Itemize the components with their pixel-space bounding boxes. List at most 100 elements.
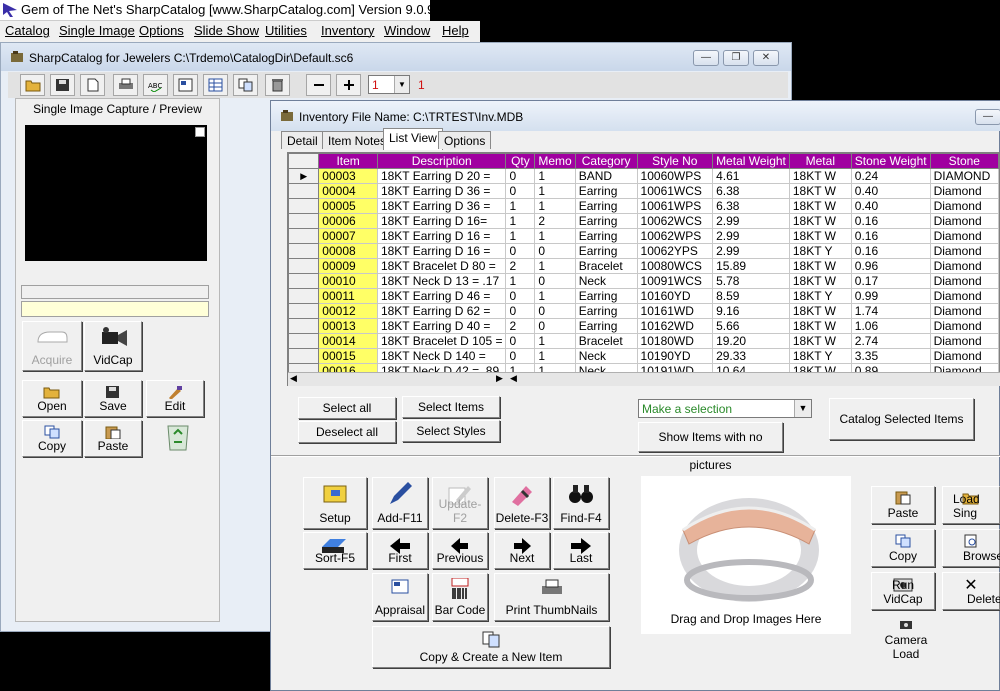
table-cell[interactable]: 5.78 bbox=[712, 273, 790, 289]
table-cell[interactable]: 15.89 bbox=[712, 258, 790, 274]
table-cell[interactable]: Earring bbox=[574, 183, 638, 199]
toolbar-trash-button[interactable] bbox=[265, 74, 290, 96]
save-button[interactable]: Save bbox=[84, 380, 142, 417]
table-cell[interactable]: DIAMOND bbox=[929, 168, 999, 184]
table-cell[interactable]: 00008 bbox=[318, 243, 378, 259]
table-cell[interactable]: Earring bbox=[574, 228, 638, 244]
table-cell[interactable]: 8.59 bbox=[712, 288, 790, 304]
copy-create-item-button[interactable]: Copy & Create a New Item bbox=[372, 626, 610, 668]
table-cell[interactable]: 00005 bbox=[318, 198, 378, 214]
table-cell[interactable]: Diamond bbox=[929, 243, 999, 259]
table-cell[interactable]: 2.99 bbox=[712, 228, 790, 244]
menu-window[interactable]: Window bbox=[384, 23, 430, 38]
acquire-button[interactable]: Acquire bbox=[22, 321, 82, 371]
table-cell[interactable]: 18KT W bbox=[788, 333, 852, 349]
inventory-grid[interactable]: Item Description Qty Memo Category Style… bbox=[287, 152, 1000, 386]
row-selector[interactable]: ▶ bbox=[288, 168, 320, 184]
row-selector[interactable] bbox=[288, 303, 320, 319]
table-cell[interactable]: 18KT Y bbox=[788, 243, 852, 259]
last-button[interactable]: Last bbox=[553, 532, 609, 569]
row-selector[interactable] bbox=[288, 273, 320, 289]
table-cell[interactable]: 3.35 bbox=[850, 348, 931, 364]
table-cell[interactable]: 1 bbox=[534, 228, 576, 244]
column-header-metal[interactable]: Metal bbox=[788, 153, 852, 169]
table-cell[interactable]: Diamond bbox=[929, 258, 999, 274]
table-cell[interactable]: Diamond bbox=[929, 213, 999, 229]
table-cell[interactable]: 0 bbox=[534, 303, 576, 319]
table-cell[interactable]: Bracelet bbox=[574, 333, 638, 349]
table-cell[interactable]: 18KT Earring D 40 = bbox=[376, 318, 507, 334]
update-button[interactable]: Update-F2 bbox=[432, 477, 488, 529]
table-cell[interactable]: 00007 bbox=[318, 228, 378, 244]
table-cell[interactable]: 2 bbox=[505, 258, 536, 274]
table-cell[interactable]: Diamond bbox=[929, 348, 999, 364]
table-cell[interactable]: 18KT Bracelet D 80 = bbox=[376, 258, 507, 274]
table-cell[interactable]: 29.33 bbox=[712, 348, 790, 364]
table-row[interactable]: 00010 18KT Neck D 13 = .17 1 0 Neck 10091WCS 5… bbox=[288, 273, 999, 289]
table-cell[interactable]: 0.17 bbox=[850, 273, 931, 289]
table-cell[interactable]: 18KT Y bbox=[788, 348, 852, 364]
menu-options[interactable]: Options bbox=[139, 23, 184, 38]
catalog-selected-button[interactable]: Catalog Selected Items bbox=[829, 398, 974, 440]
table-cell[interactable]: Earring bbox=[574, 243, 638, 259]
menu-catalog[interactable]: Catalog bbox=[5, 23, 50, 38]
toolbar-copy-button[interactable] bbox=[233, 74, 258, 96]
row-selector[interactable] bbox=[288, 228, 320, 244]
toolbar-grid-button[interactable] bbox=[203, 74, 228, 96]
table-cell[interactable]: 2.99 bbox=[712, 213, 790, 229]
table-cell[interactable]: 18KT W bbox=[788, 318, 852, 334]
table-cell[interactable]: 4.61 bbox=[712, 168, 790, 184]
row-selector[interactable] bbox=[288, 198, 320, 214]
print-thumbnails-button[interactable]: Print ThumbNails bbox=[494, 573, 609, 621]
select-items-button[interactable]: Select Items bbox=[402, 396, 500, 418]
table-row[interactable]: 00007 18KT Earring D 16 = 1 1 Earring 10062WP… bbox=[288, 228, 999, 244]
minimize-button[interactable]: — bbox=[693, 50, 719, 66]
table-cell[interactable]: Diamond bbox=[929, 288, 999, 304]
table-cell[interactable]: 0.96 bbox=[850, 258, 931, 274]
scroll-left-icon[interactable]: ◀ bbox=[510, 373, 517, 384]
table-cell[interactable]: 18KT W bbox=[788, 183, 852, 199]
table-cell[interactable]: 9.16 bbox=[712, 303, 790, 319]
table-cell[interactable]: 10160YD bbox=[636, 288, 714, 304]
row-selector[interactable] bbox=[288, 258, 320, 274]
vidcap-button[interactable]: VidCap bbox=[84, 321, 142, 371]
paste-button[interactable]: Paste bbox=[84, 420, 142, 457]
table-cell[interactable]: 10062WPS bbox=[636, 228, 714, 244]
table-cell[interactable]: 00014 bbox=[318, 333, 378, 349]
appraisal-button[interactable]: Appraisal bbox=[372, 573, 428, 621]
scroll-right-icon[interactable]: ▶ bbox=[496, 373, 503, 384]
table-cell[interactable]: 19.20 bbox=[712, 333, 790, 349]
table-row[interactable]: 00011 18KT Earring D 46 = 0 1 Earring 10160YD… bbox=[288, 288, 999, 304]
table-cell[interactable]: 0 bbox=[534, 273, 576, 289]
table-cell[interactable]: 0.16 bbox=[850, 243, 931, 259]
tab-item-notes[interactable]: Item Notes bbox=[322, 131, 393, 149]
table-cell[interactable]: 18KT Earring D 16 = bbox=[376, 228, 507, 244]
column-header-style-no[interactable]: Style No bbox=[636, 153, 714, 169]
column-header-category[interactable]: Category bbox=[574, 153, 638, 169]
table-cell[interactable]: 0 bbox=[534, 243, 576, 259]
table-cell[interactable]: 1 bbox=[534, 198, 576, 214]
table-cell[interactable]: Bracelet bbox=[574, 258, 638, 274]
paste-image-button[interactable]: Paste bbox=[871, 486, 935, 524]
menu-utilities[interactable]: Utilities bbox=[265, 23, 307, 38]
table-cell[interactable]: 0.16 bbox=[850, 228, 931, 244]
setup-button[interactable]: Setup bbox=[303, 477, 367, 529]
scroll-left-icon[interactable]: ◀ bbox=[290, 373, 297, 384]
table-cell[interactable]: 1.74 bbox=[850, 303, 931, 319]
table-cell[interactable]: 18KT W bbox=[788, 273, 852, 289]
column-header-item[interactable]: Item bbox=[318, 153, 378, 169]
table-cell[interactable]: 18KT W bbox=[788, 303, 852, 319]
table-cell[interactable]: 10060WPS bbox=[636, 168, 714, 184]
table-cell[interactable]: 10180WD bbox=[636, 333, 714, 349]
table-row[interactable]: 00012 18KT Earring D 62 = 0 0 Earring 10161WD… bbox=[288, 303, 999, 319]
copy-button[interactable]: Copy bbox=[22, 420, 82, 457]
tab-list-view[interactable]: List View bbox=[383, 128, 443, 150]
table-cell[interactable]: 18KT Neck D 13 = .17 bbox=[376, 273, 507, 289]
column-header-memo[interactable]: Memo bbox=[534, 153, 576, 169]
table-cell[interactable]: 1 bbox=[534, 258, 576, 274]
table-cell[interactable]: Diamond bbox=[929, 333, 999, 349]
table-cell[interactable]: 2 bbox=[505, 318, 536, 334]
table-cell[interactable]: 18KT Earring D 16 = bbox=[376, 243, 507, 259]
table-row[interactable]: 00014 18KT Bracelet D 105 = 0 1 Bracelet 1018… bbox=[288, 333, 999, 349]
table-cell[interactable]: 0 bbox=[505, 183, 536, 199]
